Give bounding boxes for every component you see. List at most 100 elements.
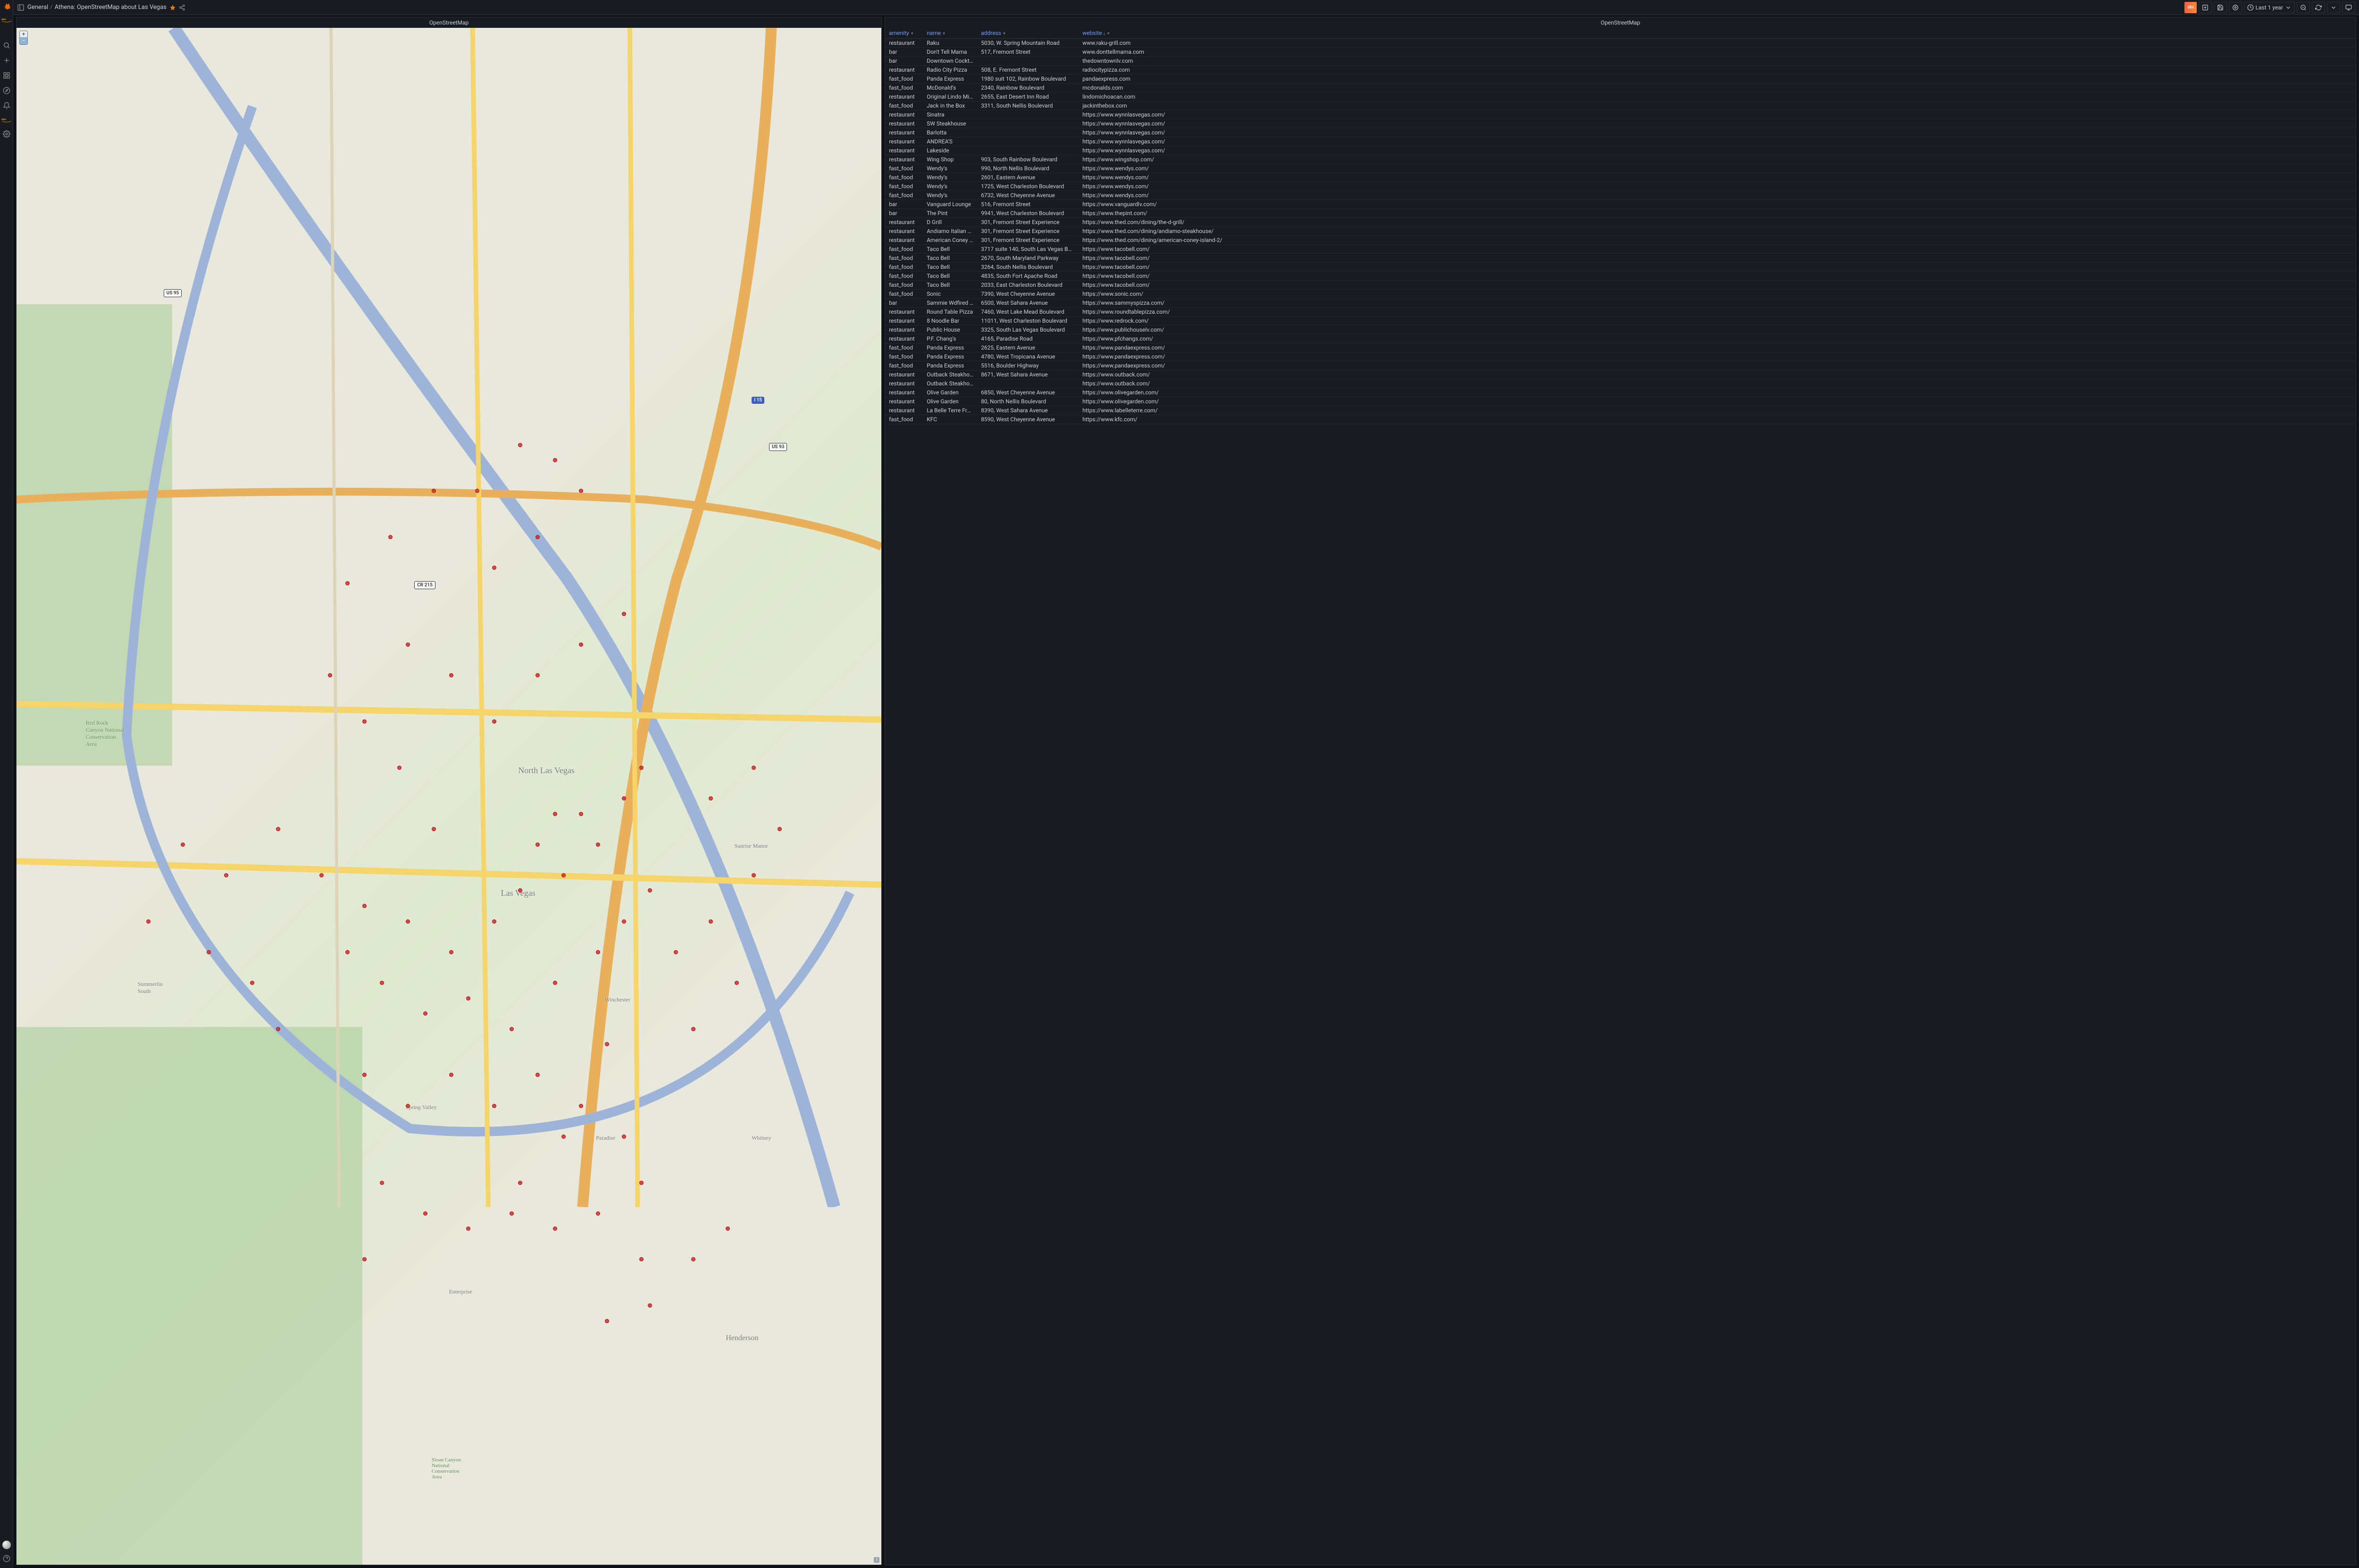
table-row[interactable]: restaurantRound Table Pizza7460, West La… bbox=[885, 308, 2356, 317]
map-content[interactable]: North Las Vegas Las Vegas Henderson Winc… bbox=[17, 28, 881, 1565]
map-point[interactable] bbox=[345, 581, 350, 585]
map-point[interactable] bbox=[639, 1181, 644, 1185]
table-row[interactable]: fast_foodTaco Bell2670, South Maryland P… bbox=[885, 254, 2356, 263]
map-point[interactable] bbox=[579, 489, 583, 493]
star-icon[interactable] bbox=[169, 4, 176, 11]
map-point[interactable] bbox=[535, 842, 540, 847]
table-row[interactable]: restaurantOutback Steakhousehttps://www.… bbox=[885, 379, 2356, 388]
map-point[interactable] bbox=[752, 766, 756, 770]
map-point[interactable] bbox=[449, 950, 453, 954]
map-point[interactable] bbox=[449, 673, 453, 677]
refresh-button[interactable] bbox=[2312, 2, 2325, 13]
table-row[interactable]: fast_foodWendy's6732, West Cheyenne Aven… bbox=[885, 191, 2356, 200]
breadcrumb-current[interactable]: Athena: OpenStreetMap about Las Vegas bbox=[55, 4, 167, 11]
map-point[interactable] bbox=[475, 489, 479, 493]
map-point[interactable] bbox=[605, 1319, 609, 1323]
map-point[interactable] bbox=[510, 1211, 514, 1216]
configuration-icon[interactable] bbox=[2, 129, 11, 139]
table-row[interactable]: restaurantBarlottahttps://www.wynnlasveg… bbox=[885, 128, 2356, 137]
map-point[interactable] bbox=[406, 1104, 410, 1108]
map-point[interactable] bbox=[622, 919, 626, 924]
table-row[interactable]: fast_foodSonic7390, West Cheyenne Avenue… bbox=[885, 290, 2356, 299]
filter-icon[interactable]: ▾ bbox=[943, 31, 945, 36]
table-row[interactable]: restaurantSinatrahttps://www.wynnlasvega… bbox=[885, 110, 2356, 119]
map-point[interactable] bbox=[492, 919, 496, 924]
map-attribution-icon[interactable]: i bbox=[874, 1557, 879, 1563]
table-row[interactable]: fast_foodPanda Express1980 suit 102, Rai… bbox=[885, 75, 2356, 83]
map-zoom-out[interactable]: − bbox=[20, 38, 27, 44]
table-row[interactable]: restaurantANDREA'Shttps://www.wynnlasveg… bbox=[885, 137, 2356, 146]
map-point[interactable] bbox=[553, 981, 557, 985]
table-row[interactable]: fast_foodWendy's1725, West Charleston Bo… bbox=[885, 182, 2356, 191]
table-row[interactable]: restaurantD Grill301, Fremont Street Exp… bbox=[885, 218, 2356, 227]
aws-logo-icon[interactable]: aws bbox=[1, 17, 12, 24]
table-row[interactable]: fast_foodWendy's990, North Nellis Boulev… bbox=[885, 164, 2356, 173]
refresh-interval-button[interactable] bbox=[2327, 2, 2340, 13]
map-point[interactable] bbox=[561, 1134, 566, 1139]
table-row[interactable]: fast_foodPanda Express5516, Boulder High… bbox=[885, 361, 2356, 370]
col-header-amenity[interactable]: amenity▾ bbox=[885, 28, 923, 39]
map-point[interactable] bbox=[432, 827, 436, 831]
map-point[interactable] bbox=[466, 996, 470, 1001]
table-row[interactable]: restaurantRaku5030, W. Spring Mountain R… bbox=[885, 39, 2356, 48]
col-header-website[interactable]: website↓▾ bbox=[1079, 28, 2356, 39]
table-row[interactable]: restaurantP.F. Chang's4165, Paradise Roa… bbox=[885, 334, 2356, 343]
map-point[interactable] bbox=[492, 1104, 496, 1108]
table-row[interactable]: fast_foodWendy's2601, Eastern Avenuehttp… bbox=[885, 173, 2356, 182]
map-point[interactable] bbox=[596, 842, 600, 847]
cascade-button[interactable]: ıılıı bbox=[2184, 2, 2196, 13]
map-point[interactable] bbox=[423, 1211, 427, 1216]
zoom-out-button[interactable] bbox=[2297, 2, 2310, 13]
map-point[interactable] bbox=[146, 919, 151, 924]
map-point[interactable] bbox=[518, 443, 522, 447]
search-icon[interactable] bbox=[2, 41, 11, 50]
table-row[interactable]: restaurantRadio City Pizza508, E. Fremon… bbox=[885, 66, 2356, 75]
dashboard-settings-button[interactable] bbox=[2229, 2, 2242, 13]
table-row[interactable]: restaurantAndiamo Italian Steakhouse301,… bbox=[885, 227, 2356, 236]
table-row[interactable]: barVanguard Lounge516, Fremont Streethtt… bbox=[885, 200, 2356, 209]
map-point[interactable] bbox=[561, 873, 566, 877]
table-row[interactable]: barDowntown Cocktail Roomthedowntownlv.c… bbox=[885, 57, 2356, 66]
map-point[interactable] bbox=[709, 796, 713, 801]
table-row[interactable]: restaurantOriginal Lindo Michoacan2655, … bbox=[885, 92, 2356, 101]
map-point[interactable] bbox=[709, 919, 713, 924]
table-row[interactable]: fast_foodTaco Bell3717 suite 140, South … bbox=[885, 245, 2356, 254]
table-row[interactable]: barThe Pint9941, West Charleston Bouleva… bbox=[885, 209, 2356, 218]
panel-toggle-icon[interactable] bbox=[17, 4, 25, 11]
tv-mode-button[interactable] bbox=[2342, 2, 2355, 13]
map-point[interactable] bbox=[224, 873, 228, 877]
panel-table-title[interactable]: OpenStreetMap bbox=[885, 17, 2356, 28]
map-point[interactable] bbox=[518, 1181, 522, 1185]
map-point[interactable] bbox=[579, 812, 583, 816]
col-header-address[interactable]: address▾ bbox=[977, 28, 1079, 39]
map-zoom-in[interactable]: + bbox=[20, 31, 27, 38]
explore-icon[interactable] bbox=[2, 86, 11, 95]
filter-icon[interactable]: ▾ bbox=[1107, 31, 1110, 36]
table-row[interactable]: fast_foodJack in the Box3311, South Nell… bbox=[885, 101, 2356, 110]
table-row[interactable]: fast_foodKFC8590, West Cheyenne Avenueht… bbox=[885, 415, 2356, 424]
map-point[interactable] bbox=[276, 1027, 280, 1031]
table-row[interactable]: fast_foodPanda Express4780, West Tropica… bbox=[885, 352, 2356, 361]
time-range-picker[interactable]: Last 1 year bbox=[2244, 2, 2295, 13]
map-point[interactable] bbox=[605, 1042, 609, 1046]
table-row[interactable]: restaurantOlive Garden6850, West Cheyenn… bbox=[885, 388, 2356, 397]
table-row[interactable]: barSammie Wdfired Pizza6500, West Sahara… bbox=[885, 299, 2356, 308]
col-header-name[interactable]: name▾ bbox=[923, 28, 977, 39]
map-point[interactable] bbox=[423, 1011, 427, 1016]
map-point[interactable] bbox=[622, 1134, 626, 1139]
map-point[interactable] bbox=[535, 535, 540, 539]
table-content[interactable]: amenity▾ name▾ address▾ website↓▾ restau… bbox=[885, 28, 2356, 1565]
map-point[interactable] bbox=[691, 1027, 695, 1031]
map-point[interactable] bbox=[406, 919, 410, 924]
table-row[interactable]: restaurantOlive Garden80, North Nellis B… bbox=[885, 397, 2356, 406]
map-point[interactable] bbox=[345, 950, 350, 954]
dashboards-icon[interactable] bbox=[2, 71, 11, 80]
table-row[interactable]: restaurantOutback Steakhouse8671, West S… bbox=[885, 370, 2356, 379]
panel-map-title[interactable]: OpenStreetMap bbox=[17, 17, 881, 28]
table-row[interactable]: fast_foodTaco Bell3264, South Nellis Bou… bbox=[885, 263, 2356, 272]
map-point[interactable] bbox=[553, 1226, 557, 1231]
table-row[interactable]: restaurantLa Belle Terre French Bakery83… bbox=[885, 406, 2356, 415]
table-row[interactable]: restaurantWing Shop903, South Rainbow Bo… bbox=[885, 155, 2356, 164]
save-dashboard-button[interactable] bbox=[2214, 2, 2227, 13]
map-point[interactable] bbox=[380, 981, 384, 985]
